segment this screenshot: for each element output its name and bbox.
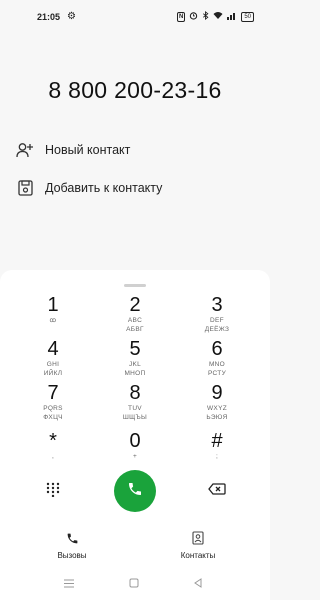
key-1[interactable]: 1 ꝏ — [13, 294, 93, 344]
key-digit: 3 — [211, 294, 223, 316]
key-letters-cyrillic: ФХЦЧ — [43, 414, 63, 421]
key-digit: 6 — [211, 338, 223, 360]
bluetooth-icon — [202, 10, 209, 22]
key-letters: MNO — [208, 361, 226, 368]
save-contact-icon — [16, 179, 34, 197]
key-letters: GHI — [46, 361, 60, 368]
key-star[interactable]: * , — [13, 430, 93, 480]
key-letters: + — [132, 453, 138, 460]
signal-icon — [227, 11, 237, 22]
key-letters: ; — [215, 453, 219, 460]
battery-indicator: 50 — [241, 11, 254, 22]
key-8[interactable]: 8 TUV ШЩЪЫ — [95, 382, 175, 432]
key-letters: JKL — [128, 361, 142, 368]
tab-contacts[interactable]: Контакты — [158, 528, 238, 560]
new-contact-label: Новый контакт — [45, 143, 131, 157]
dialpad-sheet: 1 ꝏ 2 ABC АБВГ 3 DEF ДЕЁЖЗ 4 GHI ИЙКЛ 5 … — [0, 270, 270, 600]
key-digit: 9 — [211, 382, 223, 404]
phone-icon — [32, 528, 112, 548]
key-letters-cyrillic: ЬЭЮЯ — [206, 414, 228, 421]
system-nav-bar — [0, 568, 270, 598]
menu-icon[interactable] — [64, 575, 74, 593]
bottom-tabs: Вызовы Контакты — [0, 528, 270, 568]
key-letters-cyrillic: РСТУ — [207, 370, 227, 377]
key-letters: , — [51, 453, 55, 460]
key-letters-cyrillic: ИЙКЛ — [43, 370, 63, 377]
key-hash[interactable]: # ; — [177, 430, 257, 480]
home-icon[interactable] — [129, 575, 139, 593]
key-digit: 7 — [47, 382, 59, 404]
key-digit: 4 — [47, 338, 59, 360]
key-letters: ABC — [127, 317, 143, 324]
key-digit: * — [49, 430, 57, 452]
key-digit: 2 — [129, 294, 141, 316]
key-7[interactable]: 7 PQRS ФХЦЧ — [13, 382, 93, 432]
status-time: 21:05 — [37, 12, 61, 22]
key-letters: WXYZ — [207, 405, 227, 412]
dots-grid-icon — [45, 481, 61, 502]
new-contact-action[interactable]: Новый контакт — [16, 141, 130, 159]
key-digit: 1 — [47, 294, 59, 316]
key-digit: 8 — [129, 382, 141, 404]
backspace-button[interactable] — [204, 478, 230, 504]
add-person-icon — [16, 141, 34, 159]
back-icon[interactable] — [193, 575, 203, 593]
key-6[interactable]: 6 MNO РСТУ — [177, 338, 257, 388]
dialpad-toggle-button[interactable] — [40, 478, 66, 504]
key-3[interactable]: 3 DEF ДЕЁЖЗ — [177, 294, 257, 344]
dialed-number: 8 800 200-23-16 — [48, 77, 222, 103]
key-digit: 5 — [129, 338, 141, 360]
add-to-contact-label: Добавить к контакту — [45, 181, 163, 195]
key-letters: ꝏ — [49, 317, 57, 324]
tab-contacts-label: Контакты — [180, 551, 216, 560]
key-letters: PQRS — [43, 405, 63, 412]
sheet-drag-handle[interactable] — [124, 284, 146, 287]
tab-calls-label: Вызовы — [57, 551, 87, 560]
contact-card-icon — [158, 528, 238, 548]
nfc-icon: N — [176, 11, 186, 22]
key-letters: TUV — [128, 405, 142, 412]
status-bar: 21:05 ⚙ N 50 — [0, 0, 270, 36]
alarm-icon — [189, 11, 198, 22]
backspace-icon — [208, 482, 226, 500]
phone-icon — [127, 481, 143, 502]
call-button[interactable] — [114, 470, 156, 512]
key-5[interactable]: 5 JKL МНОП — [95, 338, 175, 388]
key-2[interactable]: 2 ABC АБВГ — [95, 294, 175, 344]
tab-calls[interactable]: Вызовы — [32, 528, 112, 560]
key-letters-cyrillic: ДЕЁЖЗ — [204, 326, 230, 333]
key-letters-cyrillic: ШЩЪЫ — [122, 414, 148, 421]
add-to-contact-action[interactable]: Добавить к контакту — [16, 179, 162, 197]
wifi-icon — [213, 11, 223, 22]
key-letters-cyrillic: МНОП — [124, 370, 146, 377]
key-digit: # — [211, 430, 223, 452]
key-digit: 0 — [129, 430, 141, 452]
key-letters: DEF — [210, 317, 224, 324]
key-4[interactable]: 4 GHI ИЙКЛ — [13, 338, 93, 388]
status-icons: N 50 — [176, 10, 254, 22]
gear-icon: ⚙ — [67, 11, 76, 22]
key-9[interactable]: 9 WXYZ ЬЭЮЯ — [177, 382, 257, 432]
key-letters-cyrillic: АБВГ — [126, 326, 144, 333]
